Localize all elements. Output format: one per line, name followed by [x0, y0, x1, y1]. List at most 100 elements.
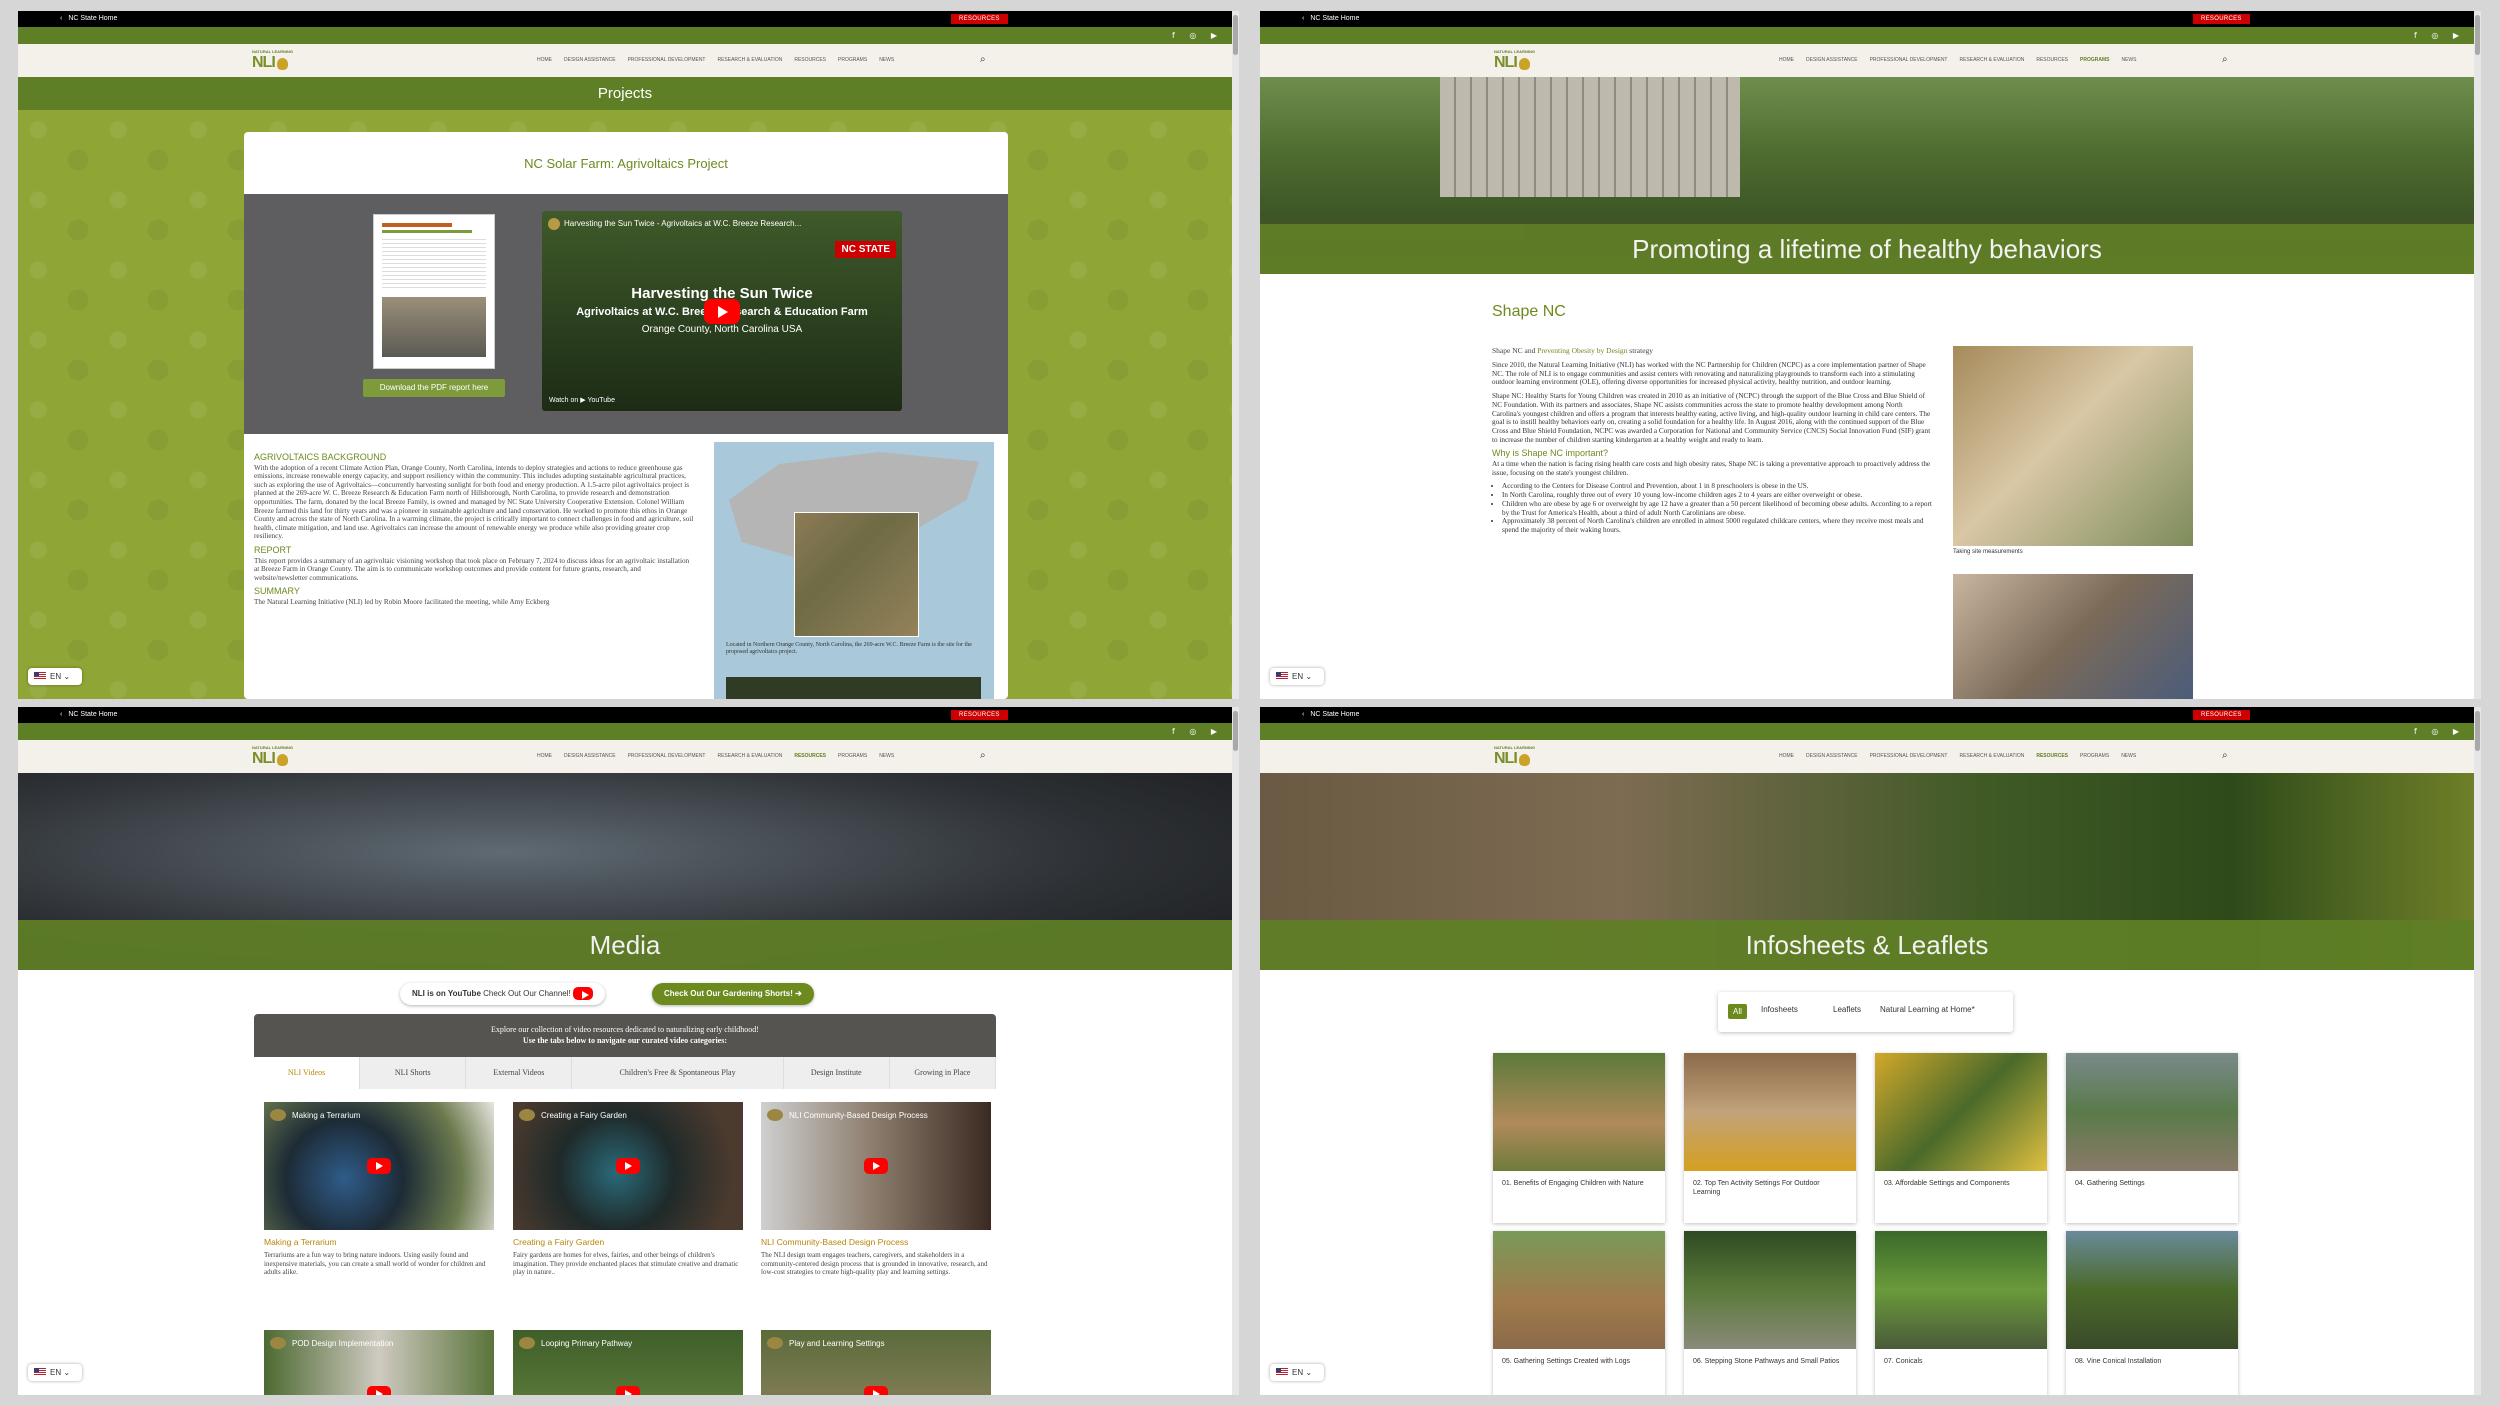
tab-growing-in-place[interactable]: Growing in Place — [890, 1057, 996, 1089]
play-icon[interactable] — [864, 1158, 888, 1174]
utility-bar: ‹ NC State Home RESOURCES — [1260, 707, 2474, 723]
menu-programs[interactable]: PROGRAMS — [838, 753, 867, 759]
menu-professional-development[interactable]: PROFESSIONAL DEVELOPMENT — [628, 753, 706, 759]
menu-news[interactable]: NEWS — [879, 57, 894, 63]
video-card[interactable]: Looping Primary Pathway — [513, 1330, 743, 1395]
youtube-video-embed[interactable]: Harvesting the Sun Twice - Agrivoltaics … — [542, 211, 902, 411]
chevron-left-icon: ‹ — [1302, 15, 1305, 22]
infosheet-card[interactable]: 07. Conicals — [1875, 1231, 2047, 1395]
scrollbar[interactable] — [1232, 11, 1239, 699]
gardening-shorts-button[interactable]: Check Out Our Gardening Shorts! ➔ — [652, 983, 814, 1005]
scrollbar[interactable] — [2474, 707, 2481, 1395]
menu-home[interactable]: HOME — [537, 57, 552, 63]
download-pdf-button[interactable]: Download the PDF report here — [363, 379, 505, 397]
menu-design-assistance[interactable]: DESIGN ASSISTANCE — [564, 753, 616, 759]
tab-nli-shorts[interactable]: NLI Shorts — [360, 1057, 467, 1089]
search-icon[interactable]: ⌕ — [2222, 55, 2232, 65]
resources-badge[interactable]: RESOURCES — [951, 14, 1008, 24]
menu-news[interactable]: NEWS — [2121, 753, 2136, 759]
nav-menu: HOME DESIGN ASSISTANCE PROFESSIONAL DEVE… — [537, 57, 894, 63]
menu-professional-development[interactable]: PROFESSIONAL DEVELOPMENT — [1870, 57, 1948, 63]
us-flag-icon — [34, 1368, 46, 1376]
menu-research-evaluation[interactable]: RESEARCH & EVALUATION — [717, 753, 782, 759]
language-selector[interactable]: EN ⌄ — [1270, 668, 1324, 685]
tab-external-videos[interactable]: External Videos — [466, 1057, 573, 1089]
language-selector[interactable]: EN ⌄ — [1270, 1364, 1324, 1381]
play-icon[interactable] — [367, 1158, 391, 1174]
nc-state-home-link[interactable]: ‹ NC State Home — [1302, 707, 1359, 723]
filter-infosheets[interactable]: Infosheets — [1761, 1005, 1798, 1014]
play-icon[interactable] — [616, 1158, 640, 1174]
nli-logo[interactable]: NATURAL LEARNING NLI — [252, 745, 293, 769]
menu-home[interactable]: HOME — [1779, 57, 1794, 63]
resources-badge[interactable]: RESOURCES — [2193, 14, 2250, 24]
menu-design-assistance[interactable]: DESIGN ASSISTANCE — [564, 57, 616, 63]
filter-leaflets[interactable]: Leaflets — [1833, 1005, 1861, 1014]
filter-natural-learning-home[interactable]: Natural Learning at Home* — [1880, 1005, 1975, 1014]
infosheet-card[interactable]: 06. Stepping Stone Pathways and Small Pa… — [1684, 1231, 1856, 1395]
watch-on-youtube[interactable]: Watch on ▶ YouTube — [549, 396, 615, 404]
video-card[interactable]: NLI Community-Based Design Process NLI C… — [761, 1102, 991, 1277]
youtube-channel-link[interactable]: NLI is on YouTube Check Out Our Channel! — [400, 983, 605, 1005]
social-icons[interactable]: f ◎ ▶ — [1172, 31, 1223, 40]
nc-state-home-link[interactable]: ‹ NC State Home — [60, 11, 117, 27]
menu-programs[interactable]: PROGRAMS — [838, 57, 867, 63]
play-icon[interactable] — [704, 299, 740, 324]
video-card[interactable]: Making a Terrarium Making a Terrarium Te… — [264, 1102, 494, 1277]
social-icons[interactable]: f ◎ ▶ — [2414, 31, 2465, 40]
menu-professional-development[interactable]: PROFESSIONAL DEVELOPMENT — [628, 57, 706, 63]
infosheet-card[interactable]: 01. Benefits of Engaging Children with N… — [1493, 1053, 1665, 1223]
resources-badge[interactable]: RESOURCES — [951, 710, 1008, 720]
menu-resources[interactable]: RESOURCES — [2036, 753, 2068, 759]
nli-logo[interactable]: NATURAL LEARNING NLI — [1494, 49, 1535, 73]
menu-research-evaluation[interactable]: RESEARCH & EVALUATION — [1959, 57, 2024, 63]
menu-programs[interactable]: PROGRAMS — [2080, 57, 2109, 63]
menu-resources[interactable]: RESOURCES — [794, 753, 826, 759]
infosheet-card[interactable]: 05. Gathering Settings Created with Logs — [1493, 1231, 1665, 1395]
play-icon[interactable] — [616, 1386, 640, 1395]
menu-research-evaluation[interactable]: RESEARCH & EVALUATION — [1959, 753, 2024, 759]
menu-design-assistance[interactable]: DESIGN ASSISTANCE — [1806, 753, 1858, 759]
shape-body: Since 2010, the Natural Learning Initiat… — [1492, 361, 1932, 535]
nc-state-home-link[interactable]: ‹ NC State Home — [60, 707, 117, 723]
filter-all[interactable]: All — [1728, 1004, 1747, 1019]
language-selector[interactable]: EN ⌄ — [28, 1364, 82, 1381]
menu-home[interactable]: HOME — [537, 753, 552, 759]
menu-design-assistance[interactable]: DESIGN ASSISTANCE — [1806, 57, 1858, 63]
play-icon[interactable] — [367, 1386, 391, 1395]
menu-resources[interactable]: RESOURCES — [2036, 57, 2068, 63]
menu-professional-development[interactable]: PROFESSIONAL DEVELOPMENT — [1870, 753, 1948, 759]
search-icon[interactable]: ⌕ — [980, 55, 990, 65]
site-map-figure: Located in Northern Orange County, North… — [714, 442, 994, 699]
play-icon[interactable] — [864, 1386, 888, 1395]
hero-title: Media — [18, 920, 1232, 970]
social-icons[interactable]: f ◎ ▶ — [2414, 727, 2465, 736]
search-icon[interactable]: ⌕ — [980, 751, 990, 761]
nli-logo[interactable]: NATURAL LEARNING NLI — [252, 49, 293, 73]
video-card[interactable]: Creating a Fairy Garden Creating a Fairy… — [513, 1102, 743, 1277]
nc-state-home-link[interactable]: ‹ NC State Home — [1302, 11, 1359, 27]
menu-news[interactable]: NEWS — [2121, 57, 2136, 63]
nli-logo[interactable]: NATURAL LEARNING NLI — [1494, 745, 1535, 769]
social-icons[interactable]: f ◎ ▶ — [1172, 727, 1223, 736]
infosheet-card[interactable]: 04. Gathering Settings — [2066, 1053, 2238, 1223]
menu-news[interactable]: NEWS — [879, 753, 894, 759]
infosheet-card[interactable]: 02. Top Ten Activity Settings For Outdoo… — [1684, 1053, 1856, 1223]
menu-research-evaluation[interactable]: RESEARCH & EVALUATION — [717, 57, 782, 63]
menu-programs[interactable]: PROGRAMS — [2080, 753, 2109, 759]
tab-nli-videos[interactable]: NLI Videos — [254, 1057, 361, 1089]
pdf-cover-image[interactable] — [373, 214, 495, 369]
search-icon[interactable]: ⌕ — [2222, 751, 2232, 761]
tab-design-institute[interactable]: Design Institute — [784, 1057, 890, 1089]
language-selector[interactable]: EN ⌄ — [28, 668, 82, 685]
scrollbar[interactable] — [2474, 11, 2481, 699]
tab-free-play[interactable]: Children's Free & Spontaneous Play — [572, 1057, 784, 1089]
scrollbar[interactable] — [1232, 707, 1239, 1395]
menu-resources[interactable]: RESOURCES — [794, 57, 826, 63]
video-card[interactable]: POD Design Implementation — [264, 1330, 494, 1395]
menu-home[interactable]: HOME — [1779, 753, 1794, 759]
infosheet-card[interactable]: 08. Vine Conical Installation — [2066, 1231, 2238, 1395]
infosheet-card[interactable]: 03. Affordable Settings and Components — [1875, 1053, 2047, 1223]
resources-badge[interactable]: RESOURCES — [2193, 710, 2250, 720]
video-card[interactable]: Play and Learning Settings — [761, 1330, 991, 1395]
